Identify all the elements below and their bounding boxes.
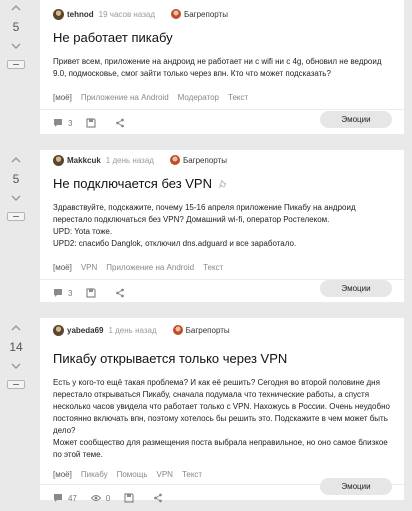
save-icon — [86, 288, 97, 298]
downvote-icon[interactable] — [10, 192, 22, 204]
tag[interactable]: Текст — [228, 93, 248, 102]
tag-list: [моё] Приложение на Android Модератор Те… — [53, 93, 404, 102]
save-button[interactable] — [124, 493, 139, 503]
post-title[interactable]: Не подключается без VPN — [53, 176, 404, 192]
community-name[interactable]: Багрепорты — [184, 10, 228, 19]
share-button[interactable] — [115, 118, 130, 128]
share-icon — [154, 493, 163, 503]
tag[interactable]: Приложение на Android — [106, 263, 194, 272]
views-count: 0 — [105, 493, 111, 503]
post-card: yabeda69 1 день назад Багрепорты Пикабу … — [40, 318, 404, 503]
rating-value: 14 — [9, 340, 23, 354]
share-icon — [116, 288, 125, 298]
post: 14 yabeda69 1 день назад Багрепорты Пика… — [0, 318, 412, 503]
author-name[interactable]: Makkcuk — [67, 156, 101, 165]
share-button[interactable] — [115, 288, 130, 298]
post-text: UPD2: спасибо Danglok, отключил dns.adgu… — [53, 239, 297, 248]
tag[interactable]: Текст — [203, 263, 223, 272]
tag[interactable]: Пикабу — [81, 470, 108, 479]
author-name[interactable]: yabeda69 — [67, 326, 103, 335]
hide-post-button[interactable] — [7, 380, 25, 389]
avatar[interactable] — [53, 324, 64, 336]
tag[interactable]: Текст — [182, 470, 202, 479]
rating-value: 5 — [12, 20, 20, 34]
save-button[interactable] — [86, 118, 101, 128]
tag[interactable]: [моё] — [53, 93, 72, 102]
tag-list: [моё] VPN Приложение на Android Текст — [53, 263, 404, 272]
post-time: 1 день назад — [108, 325, 157, 335]
community-icon[interactable] — [169, 155, 180, 165]
post-time: 19 часов назад — [98, 9, 155, 19]
tag[interactable]: Приложение на Android — [81, 93, 169, 102]
author-name[interactable]: tehnod — [67, 10, 94, 19]
post-card: Makkcuk 1 день назад Багрепорты Не подкл… — [40, 150, 404, 302]
eye-icon — [90, 495, 101, 501]
post-text: Привет всем, приложение на андроид не ра… — [53, 57, 382, 78]
post-title[interactable]: Не работает пикабу — [53, 30, 404, 46]
post-meta: tehnod 19 часов назад Багрепорты — [53, 6, 404, 22]
avatar[interactable] — [53, 154, 64, 166]
save-icon — [124, 493, 134, 503]
post-text: Есть у кого-то ещё такая проблема? И как… — [53, 378, 390, 435]
post-meta: Makkcuk 1 день назад Багрепорты — [53, 152, 404, 168]
post-meta: yabeda69 1 день назад Багрепорты — [53, 322, 404, 338]
save-button[interactable] — [86, 288, 101, 298]
comment-icon — [54, 119, 62, 127]
rating-value: 5 — [12, 172, 20, 186]
emotions-button[interactable]: Эмоции — [320, 478, 392, 495]
post-text: Может сообщество для размещения поста вы… — [53, 438, 388, 459]
post-title[interactable]: Пикабу открывается только через VPN — [53, 351, 404, 367]
upvote-icon[interactable] — [10, 154, 22, 166]
comments-button[interactable]: 3 — [53, 118, 72, 128]
downvote-icon[interactable] — [10, 360, 22, 372]
tag[interactable]: VPN — [157, 470, 173, 479]
post-body: Есть у кого-то ещё такая проблема? И как… — [53, 377, 404, 461]
tag[interactable]: [моё] — [53, 470, 72, 479]
comments-button[interactable]: 3 — [53, 288, 72, 298]
tag[interactable]: [моё] — [53, 263, 72, 272]
tag[interactable]: Помощь — [117, 470, 148, 479]
post-card: tehnod 19 часов назад Багрепорты Не рабо… — [40, 0, 404, 134]
community-name[interactable]: Багрепорты — [186, 326, 230, 335]
post-text: UPD: Yota тоже. — [53, 227, 113, 236]
community-icon[interactable] — [172, 325, 183, 335]
hide-post-button[interactable] — [7, 60, 25, 69]
share-icon — [116, 118, 125, 128]
tag[interactable]: VPN — [81, 263, 97, 272]
share-button[interactable] — [153, 493, 168, 503]
rating-column: 5 — [0, 0, 32, 134]
emotions-button[interactable]: Эмоции — [320, 111, 392, 128]
community-name[interactable]: Багрепорты — [183, 156, 227, 165]
post: 5 Makkcuk 1 день назад Багрепорты Не под… — [0, 150, 412, 302]
post-body: Привет всем, приложение на андроид не ра… — [53, 56, 404, 80]
save-icon — [86, 118, 97, 128]
comment-icon — [54, 289, 62, 297]
comments-count: 3 — [68, 118, 73, 128]
post-text: Здравствуйте, подскажите, почему 15-16 а… — [53, 203, 356, 224]
post-time: 1 день назад — [105, 155, 154, 165]
rating-column: 5 — [0, 150, 32, 302]
avatar[interactable] — [53, 8, 64, 20]
comments-button[interactable]: 47 — [53, 493, 77, 503]
comments-count: 47 — [68, 493, 77, 503]
upvote-icon[interactable] — [10, 322, 22, 334]
tag[interactable]: Модератор — [178, 93, 219, 102]
hide-post-button[interactable] — [7, 212, 25, 221]
rating-column: 14 — [0, 318, 32, 500]
upvote-icon[interactable] — [10, 2, 22, 14]
post: 5 tehnod 19 часов назад Багрепорты Не ра… — [0, 0, 412, 134]
downvote-icon[interactable] — [10, 40, 22, 52]
emotions-button[interactable]: Эмоции — [320, 280, 392, 297]
comments-count: 3 — [68, 288, 73, 298]
community-icon[interactable] — [170, 9, 181, 19]
comment-icon — [54, 494, 62, 502]
views-indicator: 0 — [90, 493, 111, 503]
pin-icon — [218, 179, 227, 189]
post-body: Здравствуйте, подскажите, почему 15-16 а… — [53, 202, 404, 250]
